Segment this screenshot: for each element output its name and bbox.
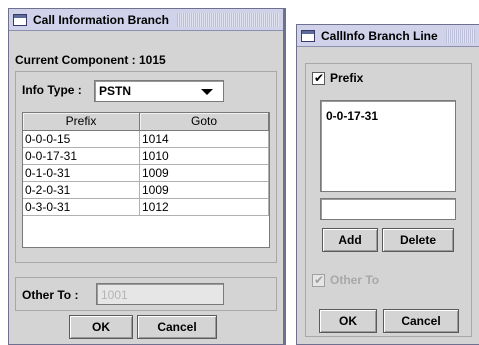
current-component-value: 1015 — [139, 53, 166, 67]
current-component-label: Current Component : — [15, 53, 136, 67]
window-title: CallInfo Branch Line — [321, 28, 438, 43]
checkmark-icon: ✔ — [313, 71, 325, 85]
window-border-right — [284, 8, 286, 345]
prefix-entry-input[interactable] — [320, 198, 456, 220]
delete-button[interactable]: Delete — [382, 228, 454, 252]
other-to-input[interactable]: 1001 — [96, 283, 224, 305]
cell-prefix: 0-3-0-31 — [23, 199, 140, 216]
list-item[interactable]: 0-0-17-31 — [326, 109, 378, 123]
cell-goto: 1014 — [140, 131, 269, 148]
title-bar[interactable]: Call Information Branch — [9, 9, 283, 31]
title-bar-pattern — [177, 12, 279, 27]
column-header-prefix[interactable]: Prefix — [23, 113, 140, 131]
cancel-button[interactable]: Cancel — [383, 309, 459, 333]
window-icon[interactable] — [13, 13, 27, 26]
window-title: Call Information Branch — [33, 12, 170, 27]
other-to-checkbox-label[interactable]: Other To — [330, 273, 379, 287]
table-row[interactable]: 0-0-17-31 1010 — [23, 148, 269, 165]
call-information-branch-window: Call Information Branch Current Componen… — [8, 8, 284, 345]
prefix-checkbox[interactable]: ✔ — [312, 71, 325, 85]
cell-prefix: 0-0-17-31 — [23, 148, 140, 165]
prefix-list[interactable]: 0-0-17-31 — [320, 100, 456, 192]
other-to-label: Other To : — [22, 288, 79, 302]
table-row[interactable]: 0-1-0-31 1009 — [23, 165, 269, 182]
cancel-button[interactable]: Cancel — [137, 315, 217, 339]
cell-prefix: 0-0-0-15 — [23, 131, 140, 148]
checkmark-icon: ✔ — [313, 273, 325, 287]
other-to-checkbox[interactable]: ✔ — [312, 273, 325, 287]
prefix-panel: ✔ Prefix 0-0-17-31 Add Delete ✔ Other To — [305, 63, 472, 337]
add-button[interactable]: Add — [322, 228, 378, 252]
cell-prefix: 0-1-0-31 — [23, 165, 140, 182]
prefix-goto-table[interactable]: Prefix Goto 0-0-0-15 1014 0-0-17-31 1010… — [22, 112, 270, 248]
cell-prefix: 0-2-0-31 — [23, 182, 140, 199]
info-type-selected: PSTN — [99, 84, 132, 98]
cell-goto: 1010 — [140, 148, 269, 165]
title-bar[interactable]: CallInfo Branch Line — [297, 25, 479, 47]
ok-button[interactable]: OK — [319, 309, 377, 333]
window-icon[interactable] — [301, 29, 315, 42]
info-type-label: Info Type : — [22, 83, 82, 97]
cell-goto: 1012 — [140, 199, 269, 216]
cell-goto: 1009 — [140, 165, 269, 182]
other-to-panel: Other To : 1001 — [15, 277, 277, 311]
callinfo-branch-line-window: CallInfo Branch Line ✔ Prefix 0-0-17-31 … — [296, 24, 479, 345]
table-row[interactable]: 0-2-0-31 1009 — [23, 182, 269, 199]
ok-button[interactable]: OK — [69, 315, 133, 339]
title-bar-pattern — [445, 28, 475, 43]
info-type-select[interactable]: PSTN — [94, 80, 224, 102]
info-type-panel: Info Type : PSTN Prefix Goto 0-0-0-15 10… — [15, 71, 277, 263]
chevron-down-icon[interactable] — [201, 89, 213, 95]
table-header: Prefix Goto — [23, 113, 269, 131]
column-header-goto[interactable]: Goto — [140, 113, 269, 131]
current-component-row: Current Component : 1015 — [15, 53, 166, 67]
prefix-checkbox-label[interactable]: Prefix — [330, 71, 363, 85]
table-row[interactable]: 0-3-0-31 1012 — [23, 199, 269, 216]
cell-goto: 1009 — [140, 182, 269, 199]
other-to-placeholder: 1001 — [101, 288, 128, 302]
table-row[interactable]: 0-0-0-15 1014 — [23, 131, 269, 148]
